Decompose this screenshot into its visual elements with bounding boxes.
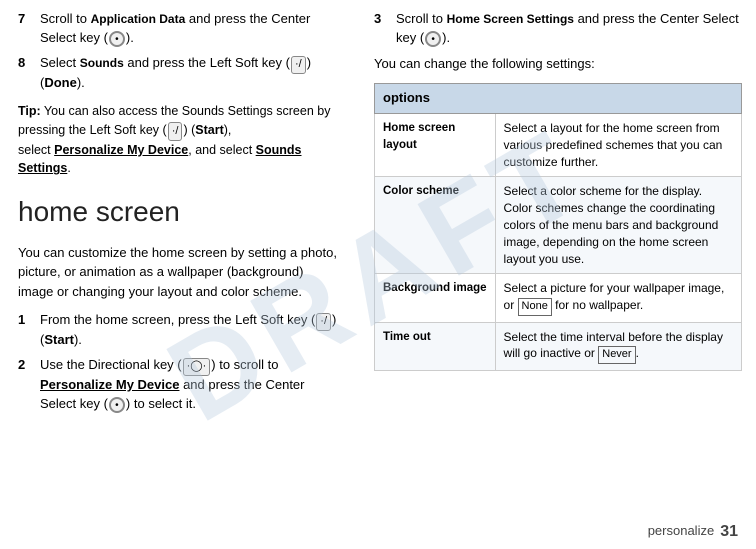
tip-personalize: Personalize My Device — [54, 143, 188, 157]
step-8: 8 Select Sounds and press the Left Soft … — [18, 54, 342, 93]
section-desc: You can customize the home screen by set… — [18, 243, 342, 302]
step-1-softkey: ·/ — [316, 313, 331, 331]
step-2: 2 Use the Directional key (·◯·) to scrol… — [18, 356, 342, 414]
step-1-start: Start — [44, 332, 74, 347]
option-home-screen-layout-desc: Select a layout for the home screen from… — [495, 114, 741, 177]
page-footer: personalize 31 — [648, 520, 738, 543]
table-row: Home screenlayout Select a layout for th… — [375, 114, 742, 177]
footer-page-num: 31 — [720, 520, 738, 543]
step-7-appname: Application Data — [91, 12, 186, 26]
options-table-header: options — [375, 84, 742, 114]
step-7-text: Scroll to Application Data and press the… — [40, 10, 342, 48]
option-time-out-desc: Select the time interval before the disp… — [495, 322, 741, 370]
option-time-out-label: Time out — [375, 322, 496, 370]
step-1: 1 From the home screen, press the Left S… — [18, 311, 342, 350]
option-background-image-label: Background image — [375, 274, 496, 322]
footer-label: personalize — [648, 522, 715, 541]
step-1-text: From the home screen, press the Left Sof… — [40, 311, 342, 350]
right-intro: You can change the following settings: — [374, 54, 742, 74]
none-box: None — [518, 298, 552, 315]
step-8-num: 8 — [18, 54, 36, 93]
page-container: DRAFT 7 Scroll to Application Data and p… — [0, 0, 756, 549]
step-8-text: Select Sounds and press the Left Soft ke… — [40, 54, 342, 93]
step-2-text: Use the Directional key (·◯·) to scroll … — [40, 356, 342, 414]
right-column: 3 Scroll to Home Screen Settings and pre… — [360, 0, 756, 549]
step-3-text: Scroll to Home Screen Settings and press… — [396, 10, 742, 48]
table-row: Background image Select a picture for yo… — [375, 274, 742, 322]
step-8-done: Done — [44, 75, 77, 90]
tip-start: Start — [195, 123, 223, 137]
step-2-dirkey: ·◯· — [183, 358, 211, 376]
option-background-image-desc: Select a picture for your wallpaper imag… — [495, 274, 741, 322]
step-1-num: 1 — [18, 311, 36, 350]
step-3-num: 3 — [374, 10, 392, 48]
step-3-centerkey: • — [425, 31, 441, 47]
step-8-appname: Sounds — [80, 56, 124, 70]
step-3-appname: Home Screen Settings — [447, 12, 574, 26]
tip-label: Tip: — [18, 104, 41, 118]
tip-block: Tip: You can also access the Sounds Sett… — [18, 102, 342, 178]
step-2-centerkey: • — [109, 397, 125, 413]
options-table: options Home screenlayout Select a layou… — [374, 83, 742, 371]
step-2-num: 2 — [18, 356, 36, 414]
step-7-num: 7 — [18, 10, 36, 48]
step-7: 7 Scroll to Application Data and press t… — [18, 10, 342, 48]
step-2-personalize: Personalize My Device — [40, 377, 179, 392]
left-column: 7 Scroll to Application Data and press t… — [0, 0, 360, 549]
section-title: home screen — [18, 192, 342, 233]
step-8-softkey: ·/ — [291, 56, 306, 74]
step-3: 3 Scroll to Home Screen Settings and pre… — [374, 10, 742, 48]
option-home-screen-layout-label: Home screenlayout — [375, 114, 496, 177]
option-color-scheme-label: Color scheme — [375, 177, 496, 274]
table-row: Color scheme Select a color scheme for t… — [375, 177, 742, 274]
never-box: Never — [598, 346, 635, 363]
option-color-scheme-desc: Select a color scheme for the display. C… — [495, 177, 741, 274]
table-row: Time out Select the time interval before… — [375, 322, 742, 370]
step-7-centerkey: • — [109, 31, 125, 47]
tip-softkey: ·/ — [168, 122, 183, 141]
